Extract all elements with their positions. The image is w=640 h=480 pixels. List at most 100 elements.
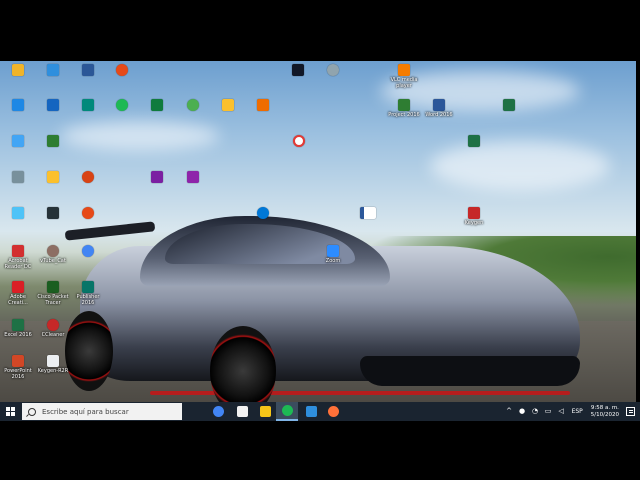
- microphone-icon[interactable]: ●: [518, 407, 527, 416]
- icon-acrobat[interactable]: Acrobat Reader DC: [3, 245, 33, 270]
- icon-r2c8[interactable]: [248, 99, 278, 111]
- icon-r3c1[interactable]: [3, 135, 33, 147]
- excel-icon: [12, 319, 24, 331]
- language-indicator[interactable]: ESP: [572, 408, 583, 415]
- icon-edge[interactable]: [248, 207, 278, 219]
- icon-r5c1[interactable]: [3, 207, 33, 219]
- app-icon: [12, 99, 24, 111]
- icon-r1c2[interactable]: [38, 64, 68, 76]
- icon-r1c1[interactable]: [3, 64, 33, 76]
- icon-r2c5[interactable]: [142, 99, 172, 111]
- icon-label: Adobe Creati...: [8, 294, 28, 306]
- search-box[interactable]: Escribe aquí para buscar: [22, 403, 182, 420]
- icon-keygen[interactable]: Keygen: [459, 207, 489, 226]
- icon-r4c3[interactable]: [73, 171, 103, 183]
- icon-r2c7[interactable]: [213, 99, 243, 111]
- icon-r2c2[interactable]: [38, 99, 68, 111]
- app-icon: [47, 64, 59, 76]
- app-icon: [47, 135, 59, 147]
- network-icon[interactable]: ◔: [531, 407, 540, 416]
- app-icon: [327, 64, 339, 76]
- icon-label: Word 2016: [425, 112, 453, 118]
- icon-vlc[interactable]: VLC media player: [389, 64, 419, 89]
- icon-word[interactable]: Word 2016: [424, 99, 454, 118]
- icon-r3c7[interactable]: [284, 135, 314, 147]
- icon-label: PowerPoint 2016: [4, 368, 32, 380]
- battery-icon[interactable]: ▭: [544, 407, 553, 416]
- icon-r4c2[interactable]: [38, 171, 68, 183]
- spotify-icon: [281, 405, 293, 416]
- icon-r2c6[interactable]: [178, 99, 208, 111]
- winrar-icon: [151, 171, 163, 183]
- icon-r5-word[interactable]: [353, 207, 383, 219]
- icon-r3c2[interactable]: [38, 135, 68, 147]
- app-icon: [82, 171, 94, 183]
- volume-icon[interactable]: ◁: [557, 407, 566, 416]
- icon-ccleaner[interactable]: CCleaner: [38, 319, 68, 338]
- icon-keygen-r2r[interactable]: Keygen-R2R: [38, 355, 68, 374]
- app-icon: [47, 99, 59, 111]
- search-placeholder: Escribe aquí para buscar: [42, 407, 129, 416]
- icon-winrar1[interactable]: [142, 171, 172, 183]
- taskbar-explorer[interactable]: [254, 402, 276, 421]
- icon-r5c3[interactable]: [73, 207, 103, 219]
- app-icon: [116, 64, 128, 76]
- icon-excel-r3[interactable]: [459, 135, 489, 147]
- excel-icon: [503, 99, 515, 111]
- icon-label: Keygen: [464, 220, 484, 226]
- project-icon: [398, 99, 410, 111]
- app-icon: [12, 171, 24, 183]
- notification-icon[interactable]: [626, 407, 635, 416]
- app-icon: [47, 245, 59, 257]
- icon-label: Excel 2016: [4, 332, 32, 338]
- icon-zoom[interactable]: Zoom: [318, 245, 348, 264]
- acrobat-icon: [12, 245, 24, 257]
- excel-icon: [468, 135, 480, 147]
- chrome-icon: [212, 406, 224, 417]
- icon-label: vTube_Cat: [40, 258, 66, 264]
- icon-publisher[interactable]: Publisher 2016: [73, 281, 103, 306]
- chrome-icon: [82, 245, 94, 257]
- icon-r2c3[interactable]: [73, 99, 103, 111]
- icon-vtube[interactable]: vTube_Cat: [38, 245, 68, 264]
- taskbar-chrome[interactable]: [207, 402, 229, 421]
- icon-adobe[interactable]: Adobe Creati...: [3, 281, 33, 306]
- icon-r1c3[interactable]: [73, 64, 103, 76]
- icon-cisco[interactable]: Cisco Packet Tracer: [37, 281, 69, 306]
- store-icon: [236, 406, 248, 417]
- icon-r1c4[interactable]: [107, 64, 137, 76]
- taskbar-firefox[interactable]: [322, 402, 344, 421]
- icon-r2c1[interactable]: [3, 99, 33, 111]
- icon-winrar2[interactable]: [178, 171, 208, 183]
- app-icon: [12, 135, 24, 147]
- clock-date: 5/10/2020: [590, 411, 619, 418]
- icon-r2-right[interactable]: [494, 99, 524, 111]
- icon-powerpoint[interactable]: PowerPoint 2016: [3, 355, 33, 380]
- icon-r1c6[interactable]: [318, 64, 348, 76]
- zoom-icon: [327, 245, 339, 257]
- adobe-cc-icon: [12, 281, 24, 293]
- icon-label: Project 2016: [388, 112, 420, 118]
- icon-chrome-desk[interactable]: [73, 245, 103, 257]
- taskbar-spotify[interactable]: [276, 402, 298, 421]
- icon-label: Publisher 2016: [76, 294, 100, 306]
- start-button[interactable]: [0, 402, 20, 421]
- app-icon: [292, 64, 304, 76]
- icon-excel[interactable]: Excel 2016: [3, 319, 33, 338]
- keygen-icon: [468, 207, 480, 219]
- taskbar-store[interactable]: [231, 402, 253, 421]
- app-icon: [82, 99, 94, 111]
- app-icon: [12, 207, 24, 219]
- app-icon: [151, 99, 163, 111]
- taskbar-photos[interactable]: [300, 402, 322, 421]
- icon-project[interactable]: Project 2016: [388, 99, 420, 118]
- icon-r5c2[interactable]: [38, 207, 68, 219]
- icon-r4c1[interactable]: [3, 171, 33, 183]
- clock[interactable]: 9:58 a. m. 5/10/2020: [591, 405, 619, 419]
- icon-r2c4[interactable]: [107, 99, 137, 111]
- chevron-up-icon[interactable]: ^: [505, 407, 514, 416]
- app-icon: [12, 64, 24, 76]
- icon-label: Keygen-R2R: [37, 368, 69, 374]
- taskbar: Escribe aquí para buscar ^ ● ◔ ▭ ◁ ESP 9…: [0, 402, 640, 421]
- icon-r1c5[interactable]: [283, 64, 313, 76]
